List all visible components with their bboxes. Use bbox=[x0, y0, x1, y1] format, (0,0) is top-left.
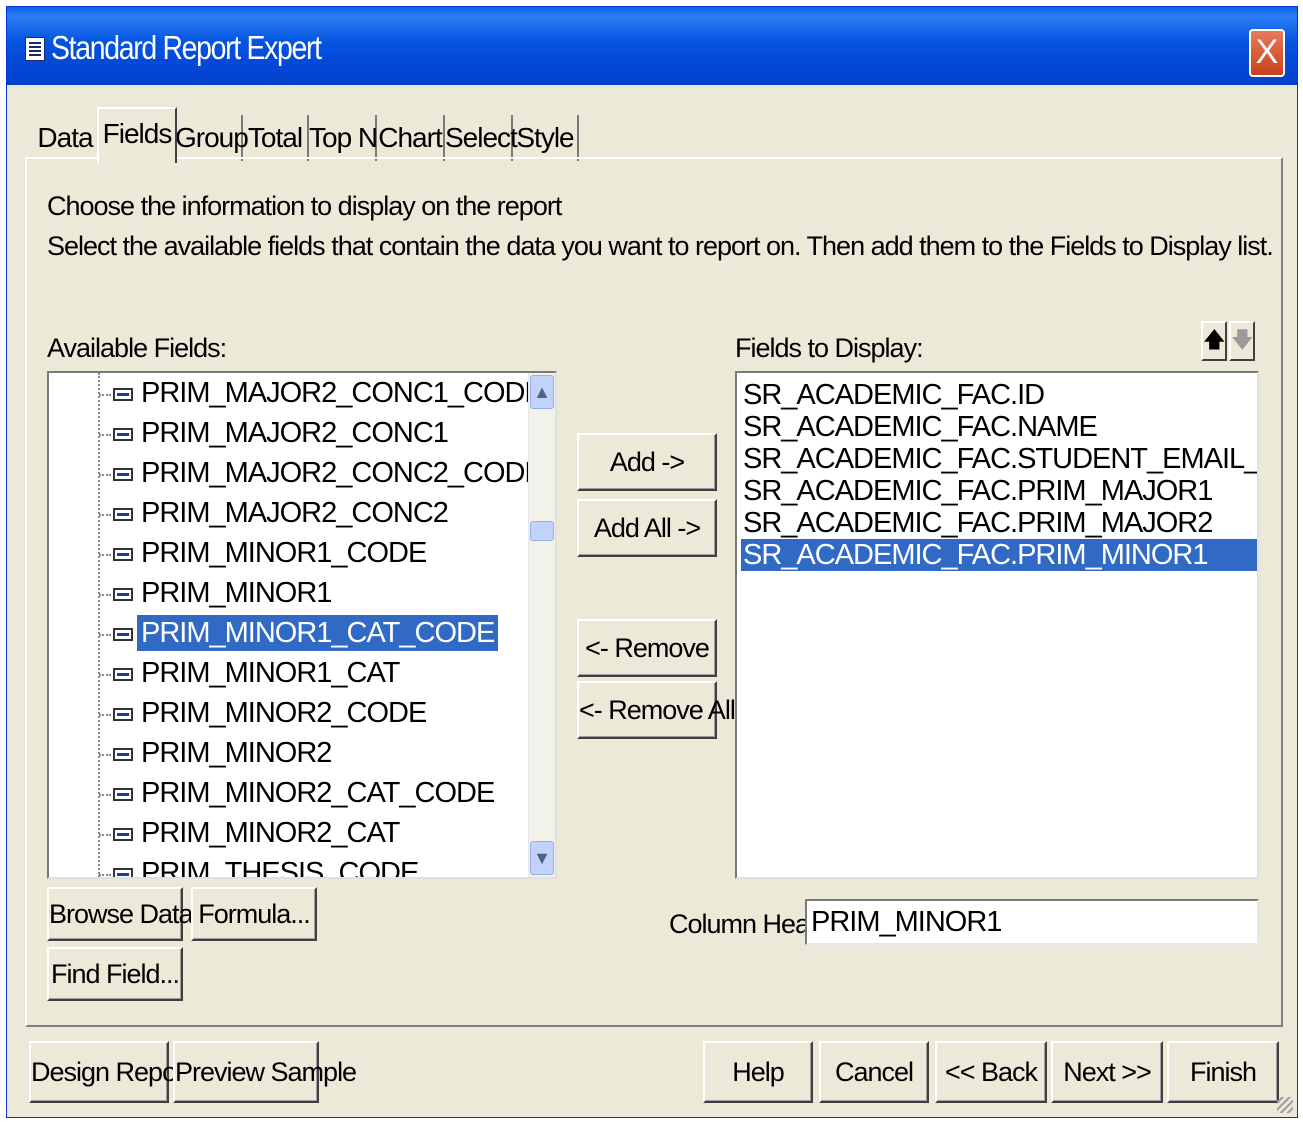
tab-total[interactable]: Total bbox=[243, 115, 309, 161]
back-button[interactable]: << Back bbox=[935, 1041, 1047, 1103]
arrow-up-icon: 🡅 bbox=[1203, 328, 1226, 353]
instruction-line-2: Select the available fields that contain… bbox=[47, 231, 1274, 261]
field-icon bbox=[113, 468, 133, 481]
fields-to-display-label: Fields to Display: bbox=[735, 333, 924, 363]
list-item[interactable]: SR_ACADEMIC_FAC.PRIM_MAJOR2 bbox=[741, 507, 1213, 539]
tab-top-n[interactable]: Top N bbox=[309, 115, 378, 161]
fields-to-display-list[interactable]: SR_ACADEMIC_FAC.ID SR_ACADEMIC_FAC.NAME … bbox=[735, 371, 1259, 879]
field-icon bbox=[113, 828, 133, 841]
field-icon bbox=[113, 628, 133, 641]
tab-style[interactable]: Style bbox=[513, 115, 579, 161]
tree-item-label: PRIM_MAJOR2_CONC2_CODE bbox=[141, 457, 544, 489]
field-icon bbox=[113, 548, 133, 561]
column-heading-input[interactable]: PRIM_MINOR1 bbox=[805, 899, 1259, 945]
tree-item[interactable]: PRIM_THESIS_CODE bbox=[49, 855, 555, 879]
tab-group[interactable]: Group bbox=[175, 115, 249, 161]
field-icon bbox=[113, 588, 133, 601]
tree-item[interactable]: PRIM_MINOR2_CAT_CODE bbox=[49, 775, 555, 815]
list-item[interactable]: SR_ACADEMIC_FAC.PRIM_MAJOR1 bbox=[741, 475, 1213, 507]
add-button[interactable]: Add -> bbox=[577, 433, 717, 491]
tree-item-label: PRIM_MINOR2_CODE bbox=[141, 697, 427, 729]
move-down-button[interactable]: 🡇 bbox=[1229, 321, 1255, 361]
tab-fields[interactable]: Fields bbox=[97, 107, 177, 163]
tab-data[interactable]: Data bbox=[29, 115, 103, 161]
cancel-button[interactable]: Cancel bbox=[819, 1041, 929, 1103]
list-item[interactable]: SR_ACADEMIC_FAC.NAME bbox=[741, 411, 1098, 443]
title-bar[interactable]: Standard Report Expert X bbox=[7, 7, 1297, 85]
preview-sample-button[interactable]: Preview Sample bbox=[173, 1041, 357, 1103]
tree-item[interactable]: PRIM_MINOR1_CAT bbox=[49, 655, 555, 695]
tree-item[interactable]: PRIM_MAJOR2_CONC1 bbox=[49, 415, 555, 455]
browse-data-button[interactable]: Browse Data... bbox=[47, 887, 213, 941]
tree-item-label: PRIM_MAJOR2_CONC2 bbox=[141, 497, 449, 529]
remove-all-button[interactable]: <- Remove All bbox=[577, 681, 736, 739]
finish-button[interactable]: Finish bbox=[1167, 1041, 1279, 1103]
scroll-down-icon[interactable]: ▼ bbox=[530, 841, 554, 875]
tree-item-label: PRIM_MAJOR2_CONC1_CODE bbox=[141, 377, 544, 409]
scroll-thumb[interactable] bbox=[530, 521, 554, 541]
remove-button[interactable]: <- Remove bbox=[577, 619, 717, 677]
resize-grip[interactable] bbox=[1277, 1097, 1293, 1113]
tree-item[interactable]: PRIM_MAJOR2_CONC2_CODE bbox=[49, 455, 555, 495]
field-icon bbox=[113, 388, 133, 401]
move-up-button[interactable]: 🡅 bbox=[1201, 321, 1227, 361]
window-title: Standard Report Expert bbox=[51, 29, 322, 66]
tree-item[interactable]: PRIM_MINOR2_CAT bbox=[49, 815, 555, 855]
tree-scrollbar[interactable]: ▲ ▼ bbox=[528, 373, 555, 877]
tree-item-label: PRIM_MINOR2_CAT bbox=[141, 817, 400, 849]
tree-item-selected[interactable]: PRIM_MINOR1_CAT_CODE bbox=[49, 615, 555, 655]
field-icon bbox=[113, 708, 133, 721]
tree-item[interactable]: PRIM_MINOR2_CODE bbox=[49, 695, 555, 735]
design-report-button[interactable]: Design Report bbox=[29, 1041, 192, 1103]
tree-item-label: PRIM_MINOR1_CODE bbox=[141, 537, 427, 569]
field-icon bbox=[113, 428, 133, 441]
arrow-down-icon: 🡇 bbox=[1231, 328, 1254, 353]
report-expert-window: Standard Report Expert X Data Fields Gro… bbox=[6, 6, 1298, 1118]
field-icon bbox=[113, 508, 133, 521]
tab-chart[interactable]: Chart bbox=[377, 115, 445, 161]
tree-item-label: PRIM_MINOR1_CAT bbox=[141, 657, 400, 689]
available-fields-label: Available Fields: bbox=[47, 333, 227, 363]
formula-button[interactable]: Formula... bbox=[191, 887, 317, 941]
scroll-up-icon[interactable]: ▲ bbox=[530, 375, 554, 409]
find-field-button[interactable]: Find Field... bbox=[47, 947, 183, 1001]
close-button[interactable]: X bbox=[1249, 29, 1285, 77]
tree-item-label: PRIM_MINOR1 bbox=[141, 577, 332, 609]
field-icon bbox=[113, 788, 133, 801]
field-icon bbox=[113, 868, 133, 877]
tree-item[interactable]: PRIM_MINOR1_CODE bbox=[49, 535, 555, 575]
report-icon bbox=[25, 37, 45, 61]
list-item[interactable]: SR_ACADEMIC_FAC.ID bbox=[741, 379, 1045, 411]
next-button[interactable]: Next >> bbox=[1051, 1041, 1163, 1103]
field-icon bbox=[113, 668, 133, 681]
available-fields-tree[interactable]: PRIM_MAJOR2_CONC1_CODE PRIM_MAJOR2_CONC1… bbox=[47, 371, 557, 879]
tree-item[interactable]: PRIM_MAJOR2_CONC2 bbox=[49, 495, 555, 535]
tree-item-label: PRIM_MINOR2_CAT_CODE bbox=[141, 777, 495, 809]
add-all-button[interactable]: Add All -> bbox=[577, 499, 717, 557]
tab-select[interactable]: Select bbox=[445, 115, 518, 161]
instruction-line-1: Choose the information to display on the… bbox=[47, 191, 562, 221]
list-item[interactable]: SR_ACADEMIC_FAC.STUDENT_EMAIL_ADDRESS bbox=[741, 443, 1257, 475]
tree-item-label: PRIM_THESIS_CODE bbox=[141, 857, 419, 879]
tree-item[interactable]: PRIM_MINOR1 bbox=[49, 575, 555, 615]
help-button[interactable]: Help bbox=[703, 1041, 813, 1103]
tree-item-label: PRIM_MINOR1_CAT_CODE bbox=[137, 615, 499, 651]
tree-item[interactable]: PRIM_MINOR2 bbox=[49, 735, 555, 775]
tree-item-label: PRIM_MINOR2 bbox=[141, 737, 332, 769]
field-icon bbox=[113, 748, 133, 761]
tree-item[interactable]: PRIM_MAJOR2_CONC1_CODE bbox=[49, 375, 555, 415]
tree-item-label: PRIM_MAJOR2_CONC1 bbox=[141, 417, 449, 449]
list-item-selected[interactable]: SR_ACADEMIC_FAC.PRIM_MINOR1 bbox=[741, 539, 1257, 571]
